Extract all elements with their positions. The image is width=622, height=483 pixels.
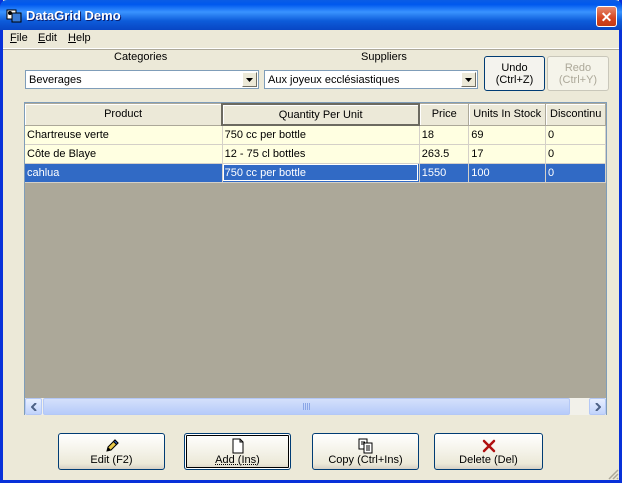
scroll-left-button[interactable] [25,398,42,415]
app-icon [6,9,22,23]
add-button[interactable]: Add (Ins) [184,433,291,470]
copy-icon [358,438,372,454]
menu-edit[interactable]: Edit [38,32,57,44]
cell-product[interactable]: Chartreuse verte [25,125,223,145]
close-button[interactable]: ✕ [596,6,617,27]
edit-button[interactable]: Edit (F2) [58,433,165,470]
suppliers-label: Suppliers [361,51,407,63]
table-row-selected[interactable]: cahlua 750 cc per bottle 1550 100 0 [25,163,606,183]
pencil-icon [105,439,119,452]
cell-discontinued[interactable]: 0 [545,163,606,183]
table-row[interactable]: Chartreuse verte 750 cc per bottle 18 69… [25,125,606,145]
cell-quantity-per-unit[interactable]: 750 cc per bottle [222,125,420,145]
categories-value: Beverages [29,74,82,86]
scroll-right-button[interactable] [589,398,606,415]
title-bar[interactable]: DataGrid Demo ✕ [0,0,622,30]
chevron-left-icon [30,402,37,411]
window-title: DataGrid Demo [26,8,121,23]
chevron-right-icon [594,402,601,411]
data-grid[interactable]: Product Quantity Per Unit Price Units In… [24,102,607,415]
chevron-down-icon[interactable] [242,72,257,87]
menu-bar: File Edit Help [3,30,619,49]
cell-product[interactable]: cahlua [25,163,223,183]
grid-header-row: Product Quantity Per Unit Price Units In… [25,103,606,126]
categories-dropdown[interactable]: Beverages [25,70,259,89]
cell-quantity-per-unit[interactable]: 12 - 75 cl bottles [222,144,420,164]
cell-quantity-per-unit-current[interactable]: 750 cc per bottle [222,163,420,183]
main-window: DataGrid Demo ✕ File Edit Help Categorie… [0,0,622,483]
menu-file[interactable]: File [10,32,28,44]
column-header-quantity-per-unit[interactable]: Quantity Per Unit [221,103,421,126]
undo-button[interactable]: Undo (Ctrl+Z) [484,56,545,91]
column-header-price[interactable]: Price [419,104,470,126]
close-icon: ✕ [600,8,613,25]
column-header-units-in-stock[interactable]: Units In Stock [468,104,547,126]
delete-x-icon [482,439,495,453]
cell-price[interactable]: 1550 [419,163,470,183]
suppliers-value: Aux joyeux ecclésiastiques [268,74,400,86]
column-header-discontinued[interactable]: Discontinu [545,104,606,126]
menu-help[interactable]: Help [68,32,91,44]
copy-button-label: Copy (Ctrl+Ins) [328,454,403,466]
redo-button[interactable]: Redo (Ctrl+Y) [547,56,609,91]
table-row[interactable]: Côte de Blaye 12 - 75 cl bottles 263.5 1… [25,144,606,164]
cell-units-in-stock[interactable]: 69 [468,125,547,145]
scroll-thumb[interactable] [43,398,570,415]
categories-label: Categories [114,51,168,63]
chevron-down-icon[interactable] [461,72,476,87]
cell-discontinued[interactable]: 0 [545,125,606,145]
suppliers-dropdown[interactable]: Aux joyeux ecclésiastiques [264,70,478,89]
delete-button-label: Delete (Del) [459,454,518,466]
cell-product[interactable]: Côte de Blaye [25,144,223,164]
copy-button[interactable]: Copy (Ctrl+Ins) [312,433,419,470]
grid-table: Product Quantity Per Unit Price Units In… [25,103,606,183]
edit-button-label: Edit (F2) [90,454,133,466]
horizontal-scrollbar[interactable] [25,398,606,415]
resize-grip-icon[interactable] [607,468,619,480]
cell-units-in-stock[interactable]: 17 [468,144,547,164]
grip-icon [302,403,311,410]
cell-discontinued[interactable]: 0 [545,144,606,164]
delete-button[interactable]: Delete (Del) [434,433,543,470]
cell-units-in-stock[interactable]: 100 [468,163,547,183]
add-button-label: Add (Ins) [215,454,260,466]
column-header-product[interactable]: Product [25,104,223,126]
cell-price[interactable]: 18 [419,125,470,145]
new-document-icon [232,438,243,454]
cell-price[interactable]: 263.5 [419,144,470,164]
